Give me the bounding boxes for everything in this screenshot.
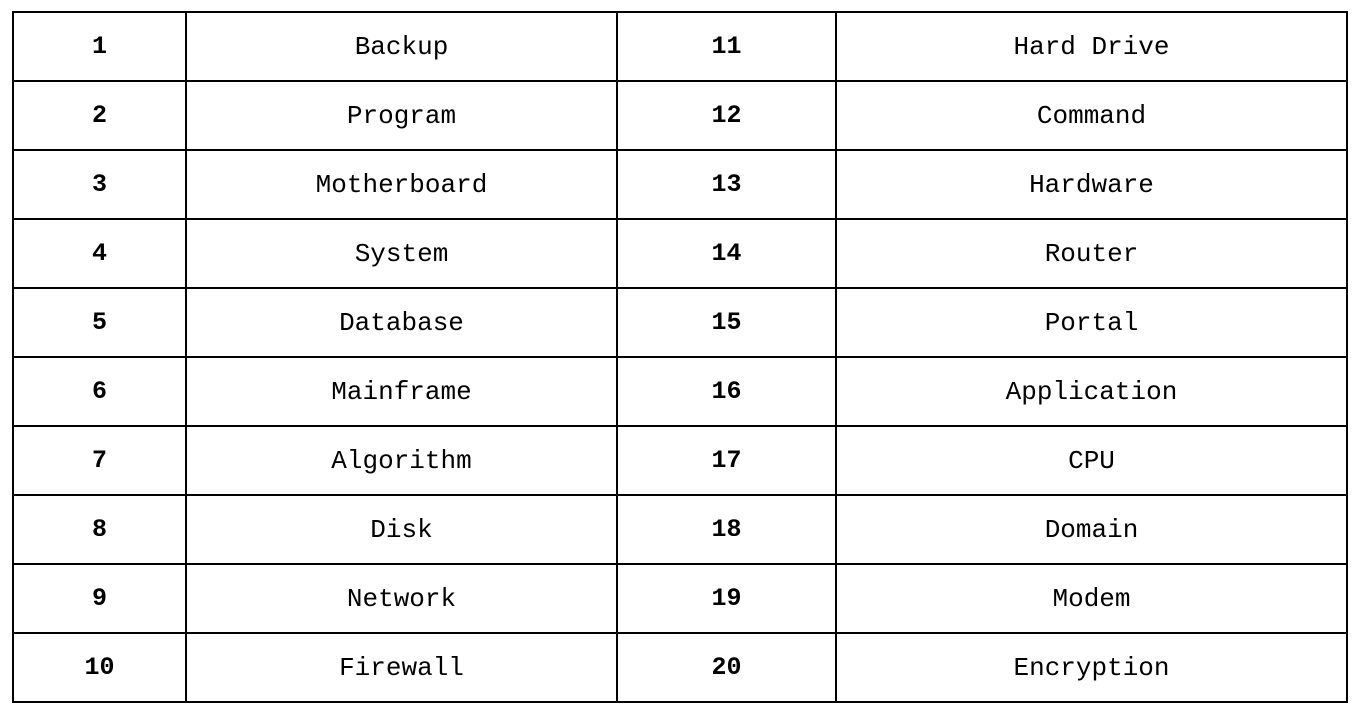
row-number-right: 20 xyxy=(616,632,837,703)
row-number-right: 14 xyxy=(616,218,837,289)
row-number-right: 13 xyxy=(616,149,837,220)
row-number-left: 8 xyxy=(12,494,187,565)
row-number-right: 16 xyxy=(616,356,837,427)
table-row: 5 Database 15 Portal xyxy=(12,287,1348,358)
term-right: Domain xyxy=(835,494,1348,565)
row-number-left: 6 xyxy=(12,356,187,427)
table-row: 7 Algorithm 17 CPU xyxy=(12,425,1348,496)
term-left: Disk xyxy=(185,494,618,565)
row-number-right: 17 xyxy=(616,425,837,496)
row-number-left: 7 xyxy=(12,425,187,496)
table-row: 2 Program 12 Command xyxy=(12,80,1348,151)
row-number-left: 3 xyxy=(12,149,187,220)
word-table-body: 1 Backup 11 Hard Drive 2 Program 12 Comm… xyxy=(12,11,1348,703)
term-left: Mainframe xyxy=(185,356,618,427)
row-number-left: 4 xyxy=(12,218,187,289)
table-row: 6 Mainframe 16 Application xyxy=(12,356,1348,427)
table-row: 9 Network 19 Modem xyxy=(12,563,1348,634)
term-right: Application xyxy=(835,356,1348,427)
row-number-left: 2 xyxy=(12,80,187,151)
term-right: Hardware xyxy=(835,149,1348,220)
term-left: System xyxy=(185,218,618,289)
word-table: 1 Backup 11 Hard Drive 2 Program 12 Comm… xyxy=(12,11,1348,703)
term-right: Hard Drive xyxy=(835,11,1348,82)
table-row: 4 System 14 Router xyxy=(12,218,1348,289)
row-number-right: 18 xyxy=(616,494,837,565)
table-row: 10 Firewall 20 Encryption xyxy=(12,632,1348,703)
row-number-right: 15 xyxy=(616,287,837,358)
table-row: 3 Motherboard 13 Hardware xyxy=(12,149,1348,220)
row-number-right: 11 xyxy=(616,11,837,82)
term-left: Backup xyxy=(185,11,618,82)
table-row: 1 Backup 11 Hard Drive xyxy=(12,11,1348,82)
term-right: Modem xyxy=(835,563,1348,634)
row-number-right: 12 xyxy=(616,80,837,151)
row-number-left: 1 xyxy=(12,11,187,82)
row-number-left: 9 xyxy=(12,563,187,634)
term-left: Algorithm xyxy=(185,425,618,496)
term-right: CPU xyxy=(835,425,1348,496)
term-right: Router xyxy=(835,218,1348,289)
term-left: Motherboard xyxy=(185,149,618,220)
term-left: Network xyxy=(185,563,618,634)
term-left: Database xyxy=(185,287,618,358)
term-right: Command xyxy=(835,80,1348,151)
term-left: Program xyxy=(185,80,618,151)
term-right: Encryption xyxy=(835,632,1348,703)
table-row: 8 Disk 18 Domain xyxy=(12,494,1348,565)
row-number-left: 5 xyxy=(12,287,187,358)
term-right: Portal xyxy=(835,287,1348,358)
term-left: Firewall xyxy=(185,632,618,703)
row-number-right: 19 xyxy=(616,563,837,634)
row-number-left: 10 xyxy=(12,632,187,703)
